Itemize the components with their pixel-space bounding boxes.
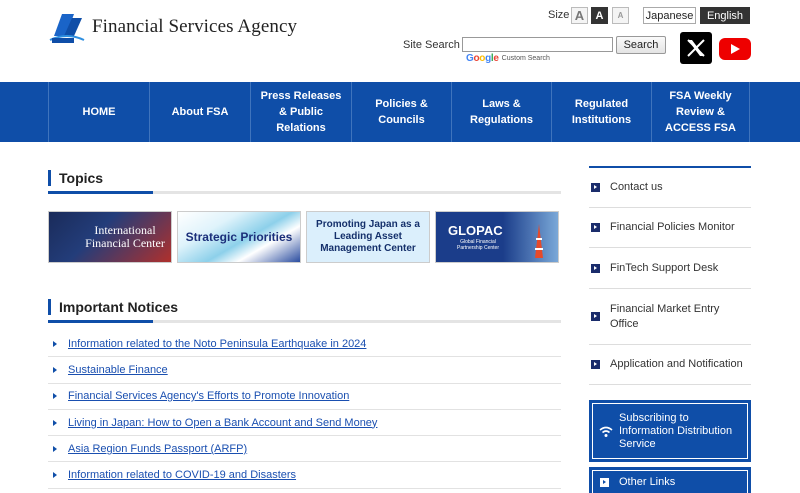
english-language-button[interactable]: English <box>700 7 750 24</box>
notices-heading: Important Notices <box>48 299 178 315</box>
other-links-button[interactable]: Other Links <box>589 467 751 493</box>
tokyo-tower-icon <box>535 224 543 258</box>
list-item: Information related to COVID-19 and Disa… <box>48 462 561 489</box>
banner-glopac[interactable]: GLOPAC Global Financial Partnership Cent… <box>435 211 559 263</box>
arrow-icon <box>53 340 57 347</box>
google-letter: e <box>493 53 499 64</box>
text-size-label: Size <box>548 9 570 21</box>
sidebar-item-policies-monitor[interactable]: Financial Policies Monitor <box>589 208 751 248</box>
notice-list: Information related to the Noto Peninsul… <box>48 331 561 489</box>
list-item: Living in Japan: How to Open a Bank Acco… <box>48 410 561 437</box>
nav-home[interactable]: HOME <box>48 82 149 142</box>
site-search-input[interactable] <box>462 37 613 52</box>
nav-laws-regulations[interactable]: Laws & Regulations <box>451 82 551 142</box>
google-brand: Google <box>466 53 499 64</box>
arrow-square-icon <box>600 477 609 487</box>
notice-link[interactable]: Asia Region Funds Passport (ARFP) <box>68 443 247 455</box>
site-search-label: Site Search <box>403 39 460 51</box>
text-size-large-button[interactable]: A <box>571 7 588 24</box>
notice-link[interactable]: Sustainable Finance <box>68 364 168 376</box>
nav-about-fsa[interactable]: About FSA <box>149 82 250 142</box>
wifi-icon <box>599 426 613 437</box>
other-links-label: Other Links <box>619 475 676 488</box>
site-header: Financial Services Agency Size A A A Jap… <box>0 0 800 82</box>
notice-link[interactable]: Financial Services Agency's Efforts to P… <box>68 390 349 402</box>
google-note-text: Custom Search <box>501 55 550 62</box>
list-item: Sustainable Finance <box>48 357 561 384</box>
sidebar-item-fintech-desk[interactable]: FinTech Support Desk <box>589 248 751 289</box>
sidebar-item-application[interactable]: Application and Notification <box>589 345 751 385</box>
subscribe-button[interactable]: Subscribing to Information Distribution … <box>589 400 751 462</box>
notice-link[interactable]: Information related to the Noto Peninsul… <box>68 338 366 350</box>
sidebar-item-label: Contact us <box>610 181 663 193</box>
site-title: Financial Services Agency <box>92 16 298 37</box>
list-item: Asia Region Funds Passport (ARFP) <box>48 436 561 463</box>
banner-subtitle: Global Financial Partnership Center <box>457 239 499 251</box>
fsa-logo-icon <box>48 10 86 44</box>
sidebar-item-contact[interactable]: Contact us <box>589 168 751 208</box>
search-button[interactable]: Search <box>616 36 666 54</box>
arrow-square-icon <box>591 223 600 232</box>
text-size-small-button[interactable]: A <box>612 7 629 24</box>
nav-press-releases[interactable]: Press Releases & Public Relations <box>250 82 351 142</box>
arrow-icon <box>53 366 57 373</box>
arrow-icon <box>53 419 57 426</box>
nav-regulated-institutions[interactable]: Regulated Institutions <box>551 82 651 142</box>
sidebar-item-label: FinTech Support Desk <box>610 261 719 274</box>
banner-strategic-priorities[interactable]: Strategic Priorities <box>177 211 301 263</box>
notices-rule <box>48 320 561 323</box>
banner-text: International Financial Center <box>85 223 165 250</box>
sidebar-item-label: Financial Policies Monitor <box>610 221 735 233</box>
banner-text: Strategic Priorities <box>185 230 293 244</box>
youtube-social-button[interactable] <box>719 38 751 60</box>
arrow-square-icon <box>591 183 600 192</box>
nav-weekly-review[interactable]: FSA Weekly Review & ACCESS FSA <box>651 82 750 142</box>
sidebar-item-label: Application and Notification <box>610 358 743 370</box>
x-icon <box>687 39 705 57</box>
banner-text: Promoting Japan as a Leading Asset Manag… <box>316 219 420 254</box>
x-social-button[interactable] <box>680 32 712 64</box>
arrow-square-icon <box>591 360 600 369</box>
text-size-medium-button[interactable]: A <box>591 7 608 24</box>
arrow-icon <box>53 393 57 400</box>
youtube-icon <box>731 44 740 54</box>
banner-international-financial-center[interactable]: International Financial Center <box>48 211 172 263</box>
arrow-icon <box>53 472 57 479</box>
main-navigation: HOME About FSA Press Releases & Public R… <box>0 82 800 142</box>
arrow-square-icon <box>591 263 600 273</box>
subscribe-label: Subscribing to Information Distribution … <box>619 411 733 450</box>
google-custom-search-note: Google Custom Search <box>466 53 550 64</box>
banner-title: GLOPAC <box>448 223 503 238</box>
topics-rule <box>48 191 561 194</box>
nav-policies-councils[interactable]: Policies & Councils <box>351 82 451 142</box>
banner-asset-management-center[interactable]: Promoting Japan as a Leading Asset Manag… <box>306 211 430 263</box>
notice-link[interactable]: Living in Japan: How to Open a Bank Acco… <box>68 417 377 429</box>
site-logo[interactable]: Financial Services Agency <box>48 10 297 44</box>
japanese-language-button[interactable]: Japanese <box>643 7 696 24</box>
sidebar-item-market-entry[interactable]: Financial Market Entry Office <box>589 289 751 345</box>
notice-link[interactable]: Information related to COVID-19 and Disa… <box>68 469 296 481</box>
arrow-icon <box>53 445 57 452</box>
topics-heading: Topics <box>48 170 103 186</box>
arrow-square-icon <box>591 312 600 321</box>
sidebar-item-label: Financial Market Entry Office <box>610 302 720 330</box>
list-item: Financial Services Agency's Efforts to P… <box>48 384 561 410</box>
list-item: Information related to the Noto Peninsul… <box>48 331 561 358</box>
